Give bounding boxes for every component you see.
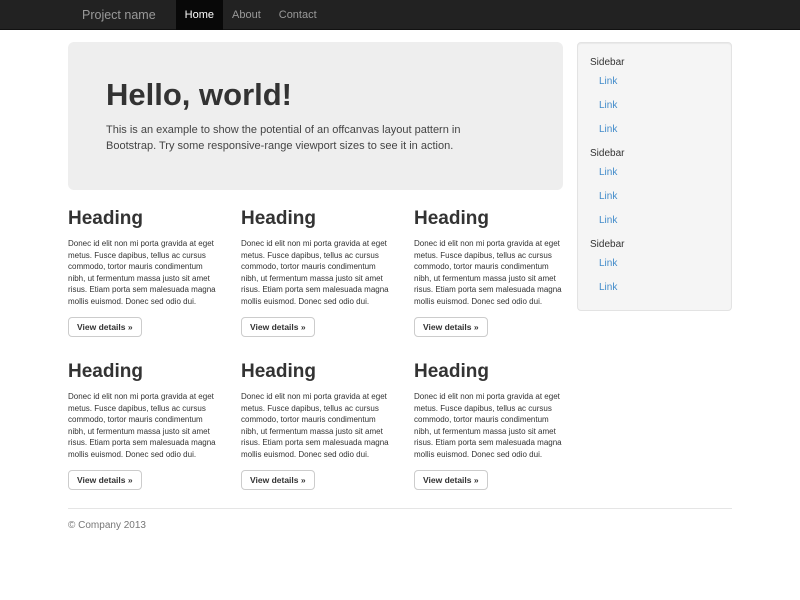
view-details-button[interactable]: View details » [241,470,315,490]
card: Heading Donec id elit non mi porta gravi… [68,190,216,343]
sidebar-well: Sidebar Link Link Link Sidebar Link Link… [577,42,732,311]
sidebar-link[interactable]: Link [590,94,719,118]
card-body-text: Donec id elit non mi porta gravida at eg… [414,391,562,460]
sidebar-link[interactable]: Link [590,252,719,276]
navbar-container: Project name Home About Contact [68,0,732,30]
card-heading: Heading [414,208,562,230]
card-row-2: Heading Donec id elit non mi porta gravi… [68,343,563,496]
card: Heading Donec id elit non mi porta gravi… [414,190,562,343]
sidebar-link[interactable]: Link [590,276,719,300]
view-details-button[interactable]: View details » [68,470,142,490]
view-details-button[interactable]: View details » [241,317,315,337]
sidebar-link[interactable]: Link [590,185,719,209]
nav-item-about[interactable]: About [223,0,270,30]
card-heading: Heading [68,208,216,230]
sidebar-group-title: Sidebar [590,142,719,161]
page-title: Hello, world! [106,78,525,112]
view-details-button[interactable]: View details » [414,470,488,490]
footer-divider [68,508,732,509]
sidebar-group-title: Sidebar [590,51,719,70]
card-body-text: Donec id elit non mi porta gravida at eg… [68,238,216,307]
nav-item-home[interactable]: Home [176,0,223,30]
card-body-text: Donec id elit non mi porta gravida at eg… [68,391,216,460]
sidebar-link[interactable]: Link [590,161,719,185]
card: Heading Donec id elit non mi porta gravi… [241,343,389,496]
page-container: Hello, world! This is an example to show… [68,42,732,531]
card: Heading Donec id elit non mi porta gravi… [414,343,562,496]
jumbotron: Hello, world! This is an example to show… [68,42,563,190]
card-heading: Heading [68,361,216,383]
view-details-button[interactable]: View details » [68,317,142,337]
copyright-text: © Company 2013 [68,520,732,531]
sidebar-group-title: Sidebar [590,233,719,252]
card-row-1: Heading Donec id elit non mi porta gravi… [68,190,563,343]
sidebar-link[interactable]: Link [590,209,719,233]
sidebar: Sidebar Link Link Link Sidebar Link Link… [577,42,732,311]
card-body-text: Donec id elit non mi porta gravida at eg… [414,238,562,307]
nav-item-contact[interactable]: Contact [270,0,326,30]
card-heading: Heading [241,361,389,383]
jumbotron-text: This is an example to show the potential… [106,122,506,154]
card: Heading Donec id elit non mi porta gravi… [241,190,389,343]
main-content: Hello, world! This is an example to show… [68,42,563,496]
card-body-text: Donec id elit non mi porta gravida at eg… [241,391,389,460]
sidebar-link[interactable]: Link [590,70,719,94]
top-navbar: Project name Home About Contact [0,0,800,30]
brand-link[interactable]: Project name [68,0,176,30]
card-body-text: Donec id elit non mi porta gravida at eg… [241,238,389,307]
card: Heading Donec id elit non mi porta gravi… [68,343,216,496]
view-details-button[interactable]: View details » [414,317,488,337]
sidebar-link[interactable]: Link [590,118,719,142]
card-heading: Heading [414,361,562,383]
card-heading: Heading [241,208,389,230]
